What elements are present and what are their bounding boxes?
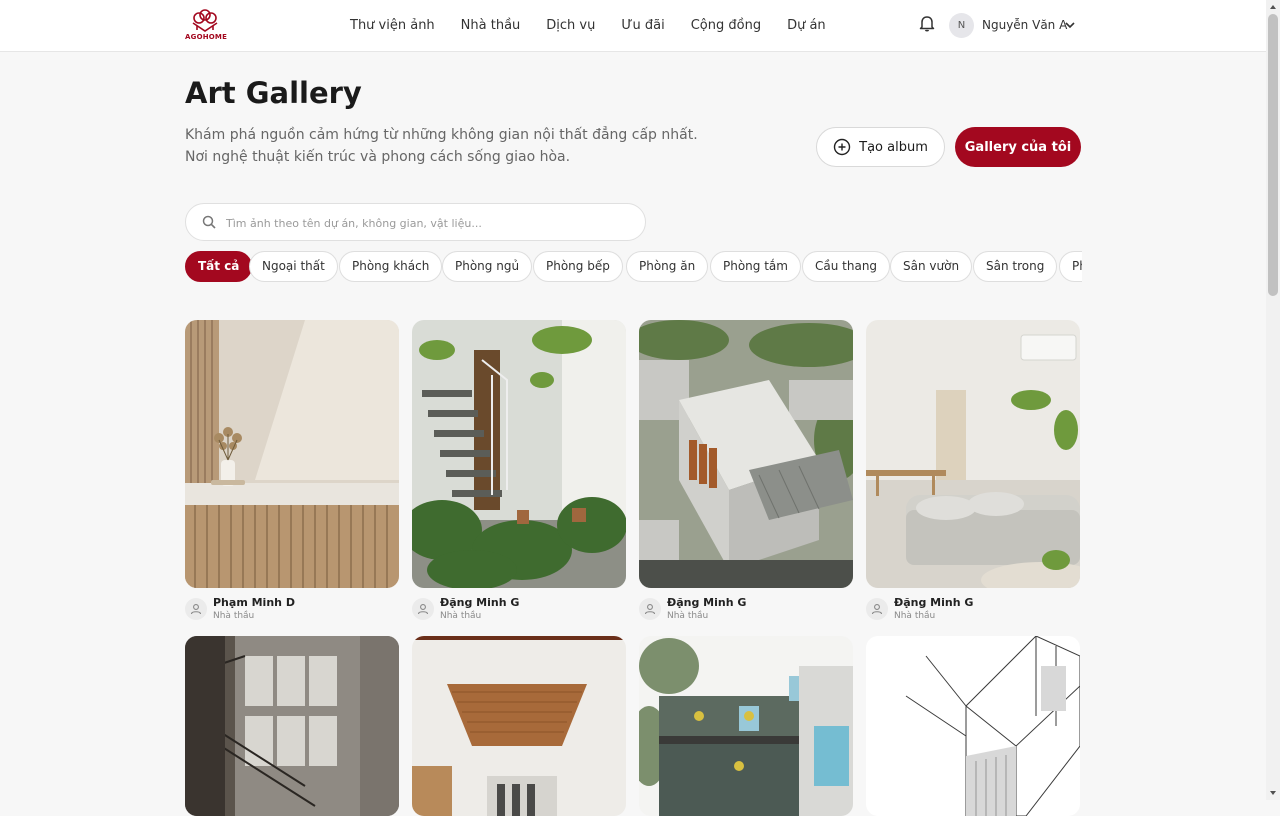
filter-chip-phong-tam[interactable]: Phòng tắm (710, 251, 801, 282)
chevron-down-icon[interactable] (1064, 19, 1076, 31)
gallery-photo-axonometric[interactable] (866, 636, 1080, 816)
nav-item-cong-dong[interactable]: Cộng đồng (691, 0, 761, 51)
filter-chip-san-trong[interactable]: Sân trong (973, 251, 1058, 282)
author-avatar (412, 598, 434, 620)
author-name[interactable]: Đặng Minh G (440, 596, 519, 609)
filter-chip-phong-an[interactable]: Phòng ăn (626, 251, 709, 282)
brand-name: AGOHOME (185, 33, 228, 41)
author-name[interactable]: Phạm Minh D (213, 596, 295, 609)
gallery-photo-wood-ceiling[interactable] (412, 636, 626, 816)
main-nav: Thư viện ảnh Nhà thầu Dịch vụ Ưu đãi Cộn… (350, 0, 852, 51)
author-role: Nhà thầu (894, 611, 936, 621)
user-icon (871, 604, 883, 615)
scroll-thumb[interactable] (1268, 14, 1278, 296)
filter-chip-phong-ngu[interactable]: Phòng ngủ (442, 251, 533, 282)
photo-illustration (639, 636, 853, 816)
plus-circle-icon (833, 138, 851, 156)
photo-illustration (185, 636, 399, 816)
author-role: Nhà thầu (213, 611, 255, 621)
photo-illustration (866, 636, 1080, 816)
filter-chip-san-vuon[interactable]: Sân vườn (890, 251, 973, 282)
filter-chip-phong-bep[interactable]: Phòng bếp (533, 251, 623, 282)
search-input[interactable] (224, 213, 638, 233)
gallery-photo-indoor-garden[interactable] (412, 320, 626, 588)
create-album-label: Tạo album (859, 139, 928, 155)
author-role: Nhà thầu (667, 611, 709, 621)
page-subtitle: Khám phá nguồn cảm hứng từ những không g… (185, 127, 698, 165)
search-box[interactable] (185, 203, 646, 241)
agohome-logo-icon (192, 9, 218, 32)
gallery-photo-aerial-house[interactable] (639, 320, 853, 588)
create-album-button[interactable]: Tạo album (816, 127, 945, 167)
photo-illustration (866, 320, 1080, 588)
photo-illustration (639, 320, 853, 588)
category-filter-bar: Tất cả Ngoại thất Phòng khách Phòng ngủ … (185, 251, 1082, 282)
nav-item-dich-vu[interactable]: Dịch vụ (546, 0, 595, 51)
nav-item-thu-vien-anh[interactable]: Thư viện ảnh (350, 0, 435, 51)
page-scrollbar[interactable] (1266, 0, 1280, 800)
scroll-down-arrow-icon[interactable] (1266, 786, 1280, 800)
filter-chip-cau-thang[interactable]: Cầu thang (802, 251, 891, 282)
gallery-photo-minimal-interior[interactable] (185, 320, 399, 588)
my-gallery-button[interactable]: Gallery của tôi (955, 127, 1081, 167)
gallery-photo-section-rendering[interactable] (639, 636, 853, 816)
filter-chip-phong-khach[interactable]: Phòng khách (339, 251, 443, 282)
author-role: Nhà thầu (440, 611, 482, 621)
photo-illustration (412, 320, 626, 588)
nav-item-uu-dai[interactable]: Ưu đãi (621, 0, 664, 51)
photo-illustration (412, 636, 626, 816)
gallery-photo-double-height-hall[interactable] (185, 636, 399, 816)
nav-item-nha-thau[interactable]: Nhà thầu (461, 0, 521, 51)
user-icon (644, 604, 656, 615)
nav-item-du-an[interactable]: Dự án (787, 0, 826, 51)
agohome-logo[interactable]: AGOHOME (185, 9, 228, 43)
user-name[interactable]: Nguyễn Văn A (982, 18, 1067, 32)
photo-illustration (185, 320, 399, 588)
filter-chip-ngoai-that[interactable]: Ngoại thất (249, 251, 338, 282)
author-avatar (866, 598, 888, 620)
author-name[interactable]: Đặng Minh G (667, 596, 746, 609)
user-avatar[interactable]: N (949, 13, 974, 38)
scroll-up-arrow-icon[interactable] (1266, 0, 1280, 14)
gallery-photo-living-room[interactable] (866, 320, 1080, 588)
user-icon (417, 604, 429, 615)
author-avatar (185, 598, 207, 620)
top-navigation-bar: AGOHOME Thư viện ảnh Nhà thầu Dịch vụ Ưu… (0, 0, 1266, 52)
author-avatar (639, 598, 661, 620)
search-icon (202, 215, 216, 229)
filter-chip-tat-ca[interactable]: Tất cả (185, 251, 253, 282)
user-icon (190, 604, 202, 615)
author-name[interactable]: Đặng Minh G (894, 596, 973, 609)
filter-chip-more[interactable]: Ph (1059, 251, 1082, 282)
page-title: Art Gallery (185, 76, 362, 110)
bell-icon[interactable] (918, 14, 936, 32)
